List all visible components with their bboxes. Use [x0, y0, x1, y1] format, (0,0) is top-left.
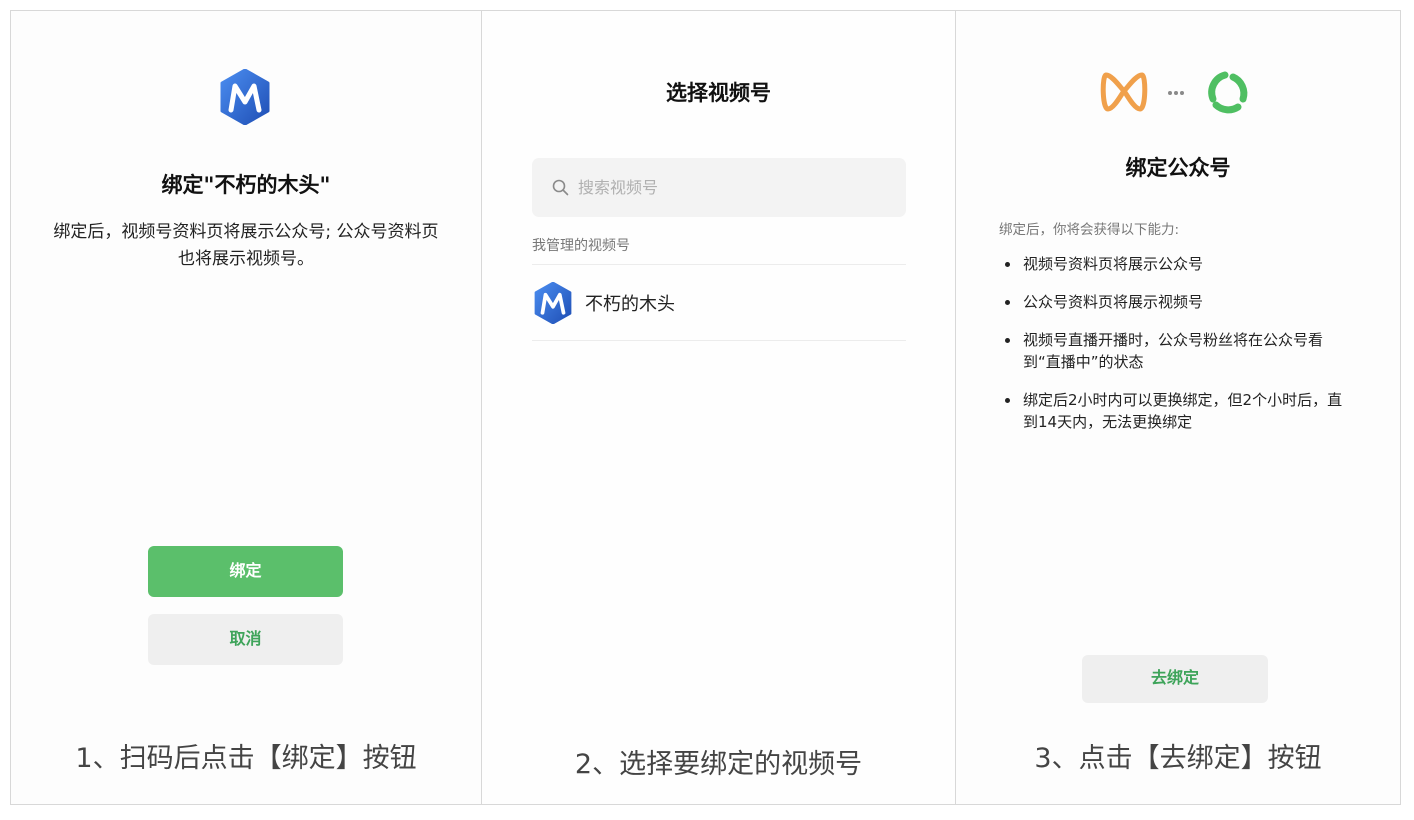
search-icon: [552, 179, 569, 196]
benefits-list: 视频号资料页将展示公众号 公众号资料页将展示视频号 视频号直播开播时，公众号粉丝…: [1005, 253, 1353, 449]
benefit-item: 公众号资料页将展示视频号: [1005, 291, 1353, 313]
step2-caption: 2、选择要绑定的视频号: [574, 749, 863, 780]
ellipsis-icon: [1168, 91, 1184, 95]
step1-panel: 绑定"不朽的木头" 绑定后，视频号资料页将展示公众号; 公众号资料页也将展示视频…: [11, 11, 482, 804]
managed-channels-label: 我管理的视频号: [532, 238, 630, 254]
bind-title: 绑定"不朽的木头": [161, 173, 331, 197]
green-swirl-logo-icon: [1208, 71, 1248, 114]
bind-button[interactable]: 绑定: [148, 546, 343, 597]
benefit-item: 视频号直播开播时，公众号粉丝将在公众号看到“直播中”的状态: [1005, 329, 1353, 373]
channel-name: 不朽的木头: [585, 293, 675, 315]
butterfly-logo-icon: [1100, 72, 1148, 112]
step2-panel: 选择视频号 我管理的视频号 不朽的木头: [482, 11, 956, 804]
benefit-item: 绑定后2小时内可以更换绑定，但2个小时后，直到14天内，无法更换绑定: [1005, 389, 1353, 433]
bind-official-title: 绑定公众号: [1125, 156, 1231, 180]
tutorial-frame: 绑定"不朽的木头" 绑定后，视频号资料页将展示公众号; 公众号资料页也将展示视频…: [10, 10, 1401, 805]
step3-caption: 3、点击【去绑定】按钮: [1034, 743, 1322, 774]
step1-caption: 1、扫码后点击【绑定】按钮: [75, 743, 417, 774]
channel-m-logo-icon: [220, 69, 270, 125]
channel-m-logo-icon: [534, 281, 572, 324]
go-bind-button[interactable]: 去绑定: [1082, 655, 1268, 703]
select-channel-title: 选择视频号: [666, 81, 771, 105]
benefit-item: 视频号资料页将展示公众号: [1005, 253, 1353, 275]
cancel-button[interactable]: 取消: [148, 614, 343, 665]
step3-panel: 绑定公众号 绑定后，你将会获得以下能力: 视频号资料页将展示公众号 公众号资料页…: [956, 11, 1400, 804]
divider: [532, 340, 906, 341]
search-input[interactable]: [578, 178, 878, 197]
channel-list-item[interactable]: 不朽的木头: [532, 265, 906, 340]
search-box[interactable]: [532, 158, 906, 217]
benefits-intro: 绑定后，你将会获得以下能力:: [999, 222, 1180, 238]
bind-description: 绑定后，视频号资料页将展示公众号; 公众号资料页也将展示视频号。: [53, 222, 439, 269]
bind-logos: [1100, 71, 1248, 114]
